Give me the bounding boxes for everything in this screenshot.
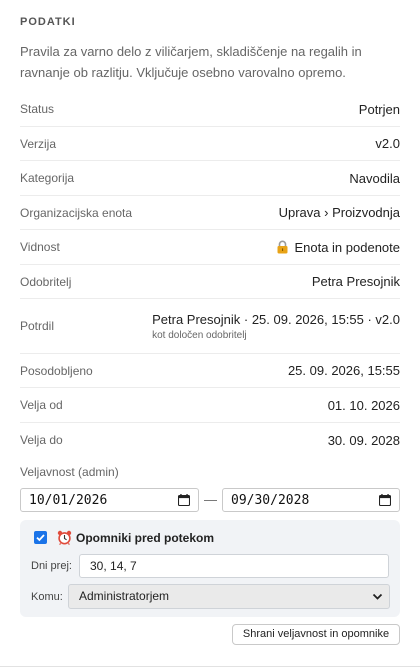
- validity-admin-label: Veljavnost (admin): [20, 465, 119, 479]
- valid-from-date-input[interactable]: 10/01/2026: [20, 488, 199, 512]
- days-before-input[interactable]: 30, 14, 7: [79, 554, 389, 578]
- recipients-label: Komu:: [31, 591, 63, 603]
- field-value: v2.0: [375, 136, 400, 151]
- calendar-icon[interactable]: [178, 494, 190, 506]
- details-panel: PODATKI Pravila za varno delo z viličarj…: [0, 0, 420, 670]
- field-value: Petra Presojnik: [311, 274, 400, 289]
- field-label: Velja od: [20, 398, 63, 412]
- field-row-confirmed-by: Potrdil Petra Presojnik · 25. 09. 2026, …: [20, 299, 400, 354]
- valid-to-date-value: 09/30/2028: [231, 492, 310, 508]
- section-description: Pravila za varno delo z viličarjem, skla…: [20, 44, 362, 80]
- recipients-select[interactable]: Administratorjem: [68, 584, 390, 609]
- field-label: Status: [20, 102, 55, 116]
- field-label: Posodobljeno: [20, 363, 93, 378]
- field-row-valid-from: Velja od 01. 10. 2026: [20, 388, 400, 423]
- chevron-down-icon: [372, 593, 383, 600]
- days-before-label: Dni prej:: [31, 560, 72, 572]
- reminders-title: Opomniki pred potekom: [76, 531, 215, 545]
- date-range-separator: —: [204, 492, 217, 507]
- check-icon: [36, 534, 45, 542]
- field-row-visibility: Vidnost Enota in podenote: [20, 230, 400, 265]
- field-value-confirmed: Petra Presojnik · 25. 09. 2026, 15:55 · …: [152, 312, 400, 341]
- field-value-visibility: Enota in podenote: [276, 240, 400, 255]
- confirmed-by-value: Petra Presojnik · 25. 09. 2026, 15:55 · …: [152, 311, 400, 327]
- field-row-status: Status Potrjen: [20, 92, 400, 127]
- field-row-approver: Odobritelj Petra Presojnik: [20, 265, 400, 299]
- field-label: Kategorija: [20, 171, 75, 185]
- field-row-valid-to: Velja do 30. 09. 2028: [20, 423, 400, 457]
- lock-icon: [277, 240, 288, 254]
- field-label: Vidnost: [20, 240, 60, 254]
- field-value: 30. 09. 2028: [327, 432, 400, 448]
- field-value: 01. 10. 2026: [327, 397, 400, 413]
- divider: [0, 666, 420, 667]
- save-validity-button[interactable]: Shrani veljavnost in opomnike: [232, 624, 400, 645]
- recipients-selected: Administratorjem: [79, 589, 170, 603]
- field-row-category: Kategorija Navodila: [20, 161, 400, 196]
- reminders-box: Opomniki pred potekom Dni prej: 30, 14, …: [20, 520, 400, 617]
- field-label: Organizacijska enota: [20, 205, 133, 220]
- valid-to-date-input[interactable]: 09/30/2028: [222, 488, 400, 512]
- field-value: Potrjen: [358, 101, 400, 117]
- field-value: Navodila: [349, 170, 400, 186]
- reminders-checkbox[interactable]: [34, 531, 47, 544]
- field-row-version: Verzija v2.0: [20, 127, 400, 161]
- field-label: Odobritelj: [20, 274, 72, 289]
- confirmed-by-note: kot določen odobritelj: [152, 329, 247, 341]
- calendar-icon[interactable]: [379, 494, 391, 506]
- visibility-value: Enota in podenote: [294, 239, 400, 255]
- field-row-updated: Posodobljeno 25. 09. 2026, 15:55: [20, 354, 400, 388]
- valid-from-date-value: 10/01/2026: [29, 492, 108, 508]
- alarm-clock-icon: [57, 530, 72, 545]
- field-label: Potrdil: [20, 319, 55, 333]
- field-value: 25. 09. 2026, 15:55: [287, 363, 400, 378]
- field-value: Uprava › Proizvodnja: [278, 205, 400, 220]
- field-row-org-unit: Organizacijska enota Uprava › Proizvodnj…: [20, 196, 400, 230]
- section-title: PODATKI: [20, 16, 76, 28]
- field-label: Velja do: [20, 433, 63, 447]
- field-label: Verzija: [20, 136, 57, 151]
